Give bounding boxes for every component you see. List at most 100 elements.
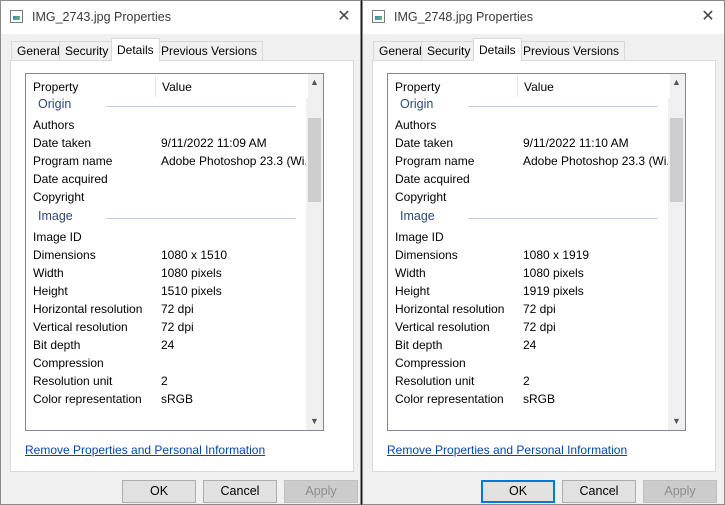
property-row[interactable]: Bit depth 24 (26, 336, 308, 354)
property-value: 1080 pixels (161, 266, 222, 280)
property-value: 9/11/2022 11:10 AM (523, 136, 629, 150)
property-value: 72 dpi (523, 302, 556, 316)
window-title: IMG_2748.jpg Properties (394, 10, 533, 24)
remove-properties-link[interactable]: Remove Properties and Personal Informati… (387, 443, 627, 457)
property-name: Horizontal resolution (395, 302, 505, 316)
close-icon[interactable]: ✕ (331, 5, 357, 29)
tab-details[interactable]: Details (111, 38, 160, 61)
property-row[interactable]: Image ID (26, 228, 308, 246)
details-panel: CommentsOriginAuthorsDate taken9/11/2022… (10, 60, 354, 472)
property-name: Program name (33, 154, 113, 168)
column-header-property[interactable]: Property (26, 74, 155, 98)
chevron-down-icon[interactable]: ▼ (306, 413, 323, 430)
property-name: Compression (395, 356, 466, 370)
column-header-property[interactable]: Property (388, 74, 517, 98)
property-row[interactable]: Copyright (26, 188, 308, 206)
property-row[interactable]: Copyright (388, 188, 670, 206)
property-row[interactable]: Image ID (388, 228, 670, 246)
property-row[interactable]: Color representation sRGB (388, 390, 670, 408)
property-list[interactable]: CommentsOriginAuthorsDate taken9/11/2022… (25, 73, 324, 431)
image-file-icon (372, 10, 385, 23)
tab-details[interactable]: Details (473, 38, 522, 61)
property-row[interactable]: Vertical resolution 72 dpi (26, 318, 308, 336)
column-header-value[interactable]: Value (517, 74, 554, 98)
title-bar[interactable]: IMG_2748.jpg Properties ✕ (363, 1, 724, 34)
chevron-up-icon[interactable]: ▲ (668, 74, 685, 91)
property-value: 1919 pixels (523, 284, 584, 298)
property-value: 1080 pixels (523, 266, 584, 280)
property-row[interactable]: Bit depth 24 (388, 336, 670, 354)
property-name: Color representation (33, 392, 142, 406)
apply-button[interactable]: Apply (284, 480, 358, 503)
remove-properties-link[interactable]: Remove Properties and Personal Informati… (25, 443, 265, 457)
scrollbar-thumb[interactable] (670, 118, 683, 202)
property-name: Height (395, 284, 430, 298)
close-icon[interactable]: ✕ (695, 5, 721, 29)
property-row[interactable]: Date acquired (388, 170, 670, 188)
property-name: Compression (33, 356, 104, 370)
property-name: Copyright (395, 190, 447, 204)
property-row[interactable]: Dimensions 1080 x 1919 (388, 246, 670, 264)
vertical-scrollbar[interactable]: ▲ ▼ (306, 74, 323, 430)
property-row[interactable]: Color representation sRGB (26, 390, 308, 408)
details-panel: CommentsOriginAuthorsDate taken9/11/2022… (372, 60, 716, 472)
properties-window-1: IMG_2743.jpg Properties ✕ General Securi… (0, 0, 361, 505)
tab-general[interactable]: General (11, 41, 66, 60)
property-row[interactable]: Horizontal resolution 72 dpi (388, 300, 670, 318)
property-row[interactable]: Compression (388, 354, 670, 372)
property-value: 72 dpi (161, 302, 194, 316)
property-row[interactable]: Authors (388, 116, 670, 134)
property-name: Height (33, 284, 68, 298)
property-row[interactable]: Date acquired (26, 170, 308, 188)
property-name: Date acquired (33, 172, 108, 186)
property-row[interactable]: Date taken 9/11/2022 11:09 AM (26, 134, 308, 152)
property-row[interactable]: Resolution unit 2 (26, 372, 308, 390)
ok-button[interactable]: OK (122, 480, 196, 503)
property-row[interactable]: Width 1080 pixels (26, 264, 308, 282)
tab-security[interactable]: Security (421, 41, 477, 60)
property-row[interactable]: Compression (26, 354, 308, 372)
title-bar[interactable]: IMG_2743.jpg Properties ✕ (1, 1, 360, 34)
property-name: Resolution unit (395, 374, 475, 388)
property-name: Dimensions (395, 248, 458, 262)
property-list[interactable]: CommentsOriginAuthorsDate taken9/11/2022… (387, 73, 686, 431)
property-row[interactable]: Vertical resolution 72 dpi (388, 318, 670, 336)
property-row[interactable]: Program name Adobe Photoshop 23.3 (Wi... (26, 152, 308, 170)
property-value: 72 dpi (523, 320, 556, 334)
property-row[interactable]: Program name Adobe Photoshop 23.3 (Wi... (388, 152, 670, 170)
tab-security[interactable]: Security (59, 41, 115, 60)
property-name: Copyright (33, 190, 85, 204)
property-name: Authors (33, 118, 75, 132)
property-value: 1080 x 1919 (523, 248, 590, 262)
vertical-scrollbar[interactable]: ▲ ▼ (668, 74, 685, 430)
tab-general[interactable]: General (373, 41, 428, 60)
property-row[interactable]: Dimensions 1080 x 1510 (26, 246, 308, 264)
property-name: Color representation (395, 392, 504, 406)
property-value: 24 (161, 338, 175, 352)
property-row[interactable]: Horizontal resolution 72 dpi (26, 300, 308, 318)
group-label: Origin (38, 97, 78, 111)
property-row[interactable]: Height 1510 pixels (26, 282, 308, 300)
property-row[interactable]: Resolution unit 2 (388, 372, 670, 390)
property-name: Width (395, 266, 426, 280)
property-name: Dimensions (33, 248, 96, 262)
property-name: Program name (395, 154, 475, 168)
chevron-down-icon[interactable]: ▼ (668, 413, 685, 430)
scrollbar-thumb[interactable] (308, 118, 321, 202)
column-header-value[interactable]: Value (155, 74, 192, 98)
chevron-up-icon[interactable]: ▲ (306, 74, 323, 91)
tab-previous-versions[interactable]: Previous Versions (155, 41, 264, 60)
property-row[interactable]: Width 1080 pixels (388, 264, 670, 282)
cancel-button[interactable]: Cancel (203, 480, 277, 503)
cancel-button[interactable]: Cancel (562, 480, 636, 503)
property-name: Vertical resolution (33, 320, 128, 334)
apply-button[interactable]: Apply (643, 480, 717, 503)
group-label: Image (400, 209, 441, 223)
ok-button[interactable]: OK (481, 480, 555, 503)
tab-previous-versions[interactable]: Previous Versions (517, 41, 626, 60)
property-name: Bit depth (33, 338, 81, 352)
property-row[interactable]: Authors (26, 116, 308, 134)
property-row[interactable]: Date taken 9/11/2022 11:10 AM (388, 134, 670, 152)
property-row[interactable]: Height 1919 pixels (388, 282, 670, 300)
property-value: 2 (523, 374, 530, 388)
